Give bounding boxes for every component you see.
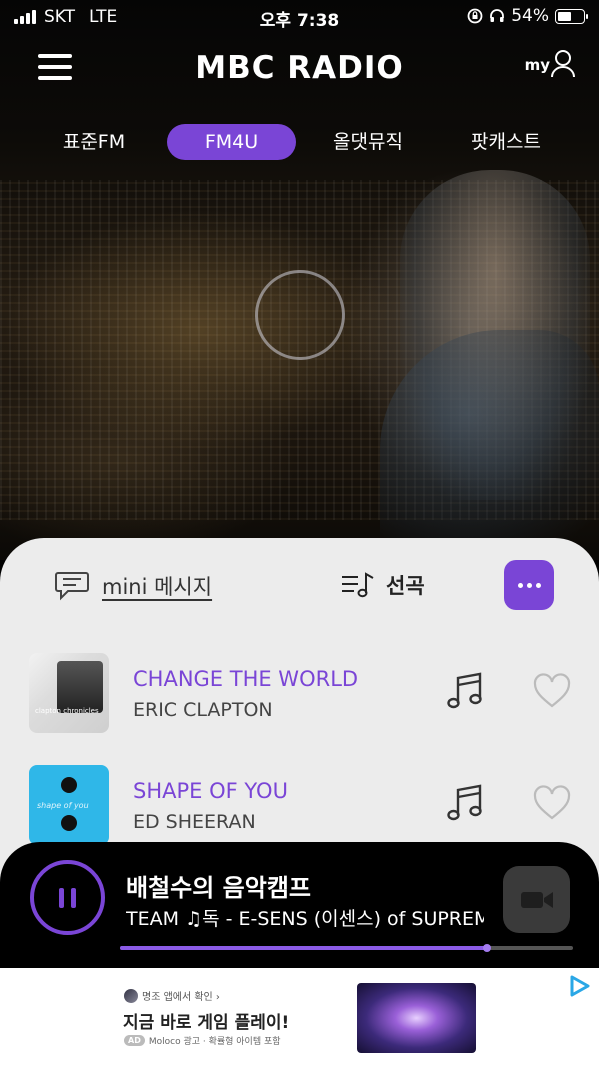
my-label: my — [524, 56, 550, 74]
rotation-lock-icon — [467, 8, 483, 24]
ad-source-text: 명조 앱에서 확인 › — [142, 992, 220, 1003]
tab-standard-fm[interactable]: 표준FM — [48, 124, 140, 160]
song-artist: ERIC CLAPTON — [133, 699, 273, 721]
song-title: CHANGE THE WORLD — [133, 667, 359, 691]
headphones-icon — [490, 9, 505, 22]
album-art-text: clapton chronicles — [35, 707, 99, 715]
album-art-text: shape of you — [37, 801, 89, 810]
progress-knob[interactable] — [482, 944, 491, 952]
heart-icon[interactable] — [532, 785, 572, 821]
song-title: SHAPE OF YOU — [133, 779, 288, 803]
my-page-button[interactable]: my — [525, 48, 575, 78]
channel-tabs: 표준FM FM4U 올댓뮤직 팟캐스트 — [0, 124, 599, 160]
user-icon — [551, 50, 575, 78]
ad-choices-icon[interactable] — [569, 974, 591, 998]
tab-all-that-music[interactable]: 올댓뮤직 — [318, 124, 418, 160]
ad-meta: AD Moloco 광고 · 확률형 아이템 포함 — [124, 1034, 281, 1047]
status-bar: SKT LTE 오후 7:38 54% — [0, 0, 599, 34]
music-note-icon[interactable] — [446, 671, 484, 711]
chat-bubble-icon — [55, 572, 89, 601]
playlist-tab[interactable]: 선곡 — [340, 570, 425, 600]
ad-image — [357, 983, 476, 1053]
song-row[interactable]: clapton chronicles CHANGE THE WORLD ERIC… — [0, 653, 599, 743]
mini-message-label: mini 메시지 — [102, 575, 213, 599]
program-title: 배철수의 음악캠프 — [126, 874, 311, 902]
ad-meta-text: Moloco 광고 · 확률형 아이템 포함 — [148, 1037, 281, 1047]
app-logo: MBC RADIO — [195, 50, 404, 86]
app-header: MBC RADIO my — [0, 40, 599, 96]
playlist-label: 선곡 — [386, 574, 425, 598]
more-icon[interactable] — [504, 560, 554, 610]
status-right: 54% — [467, 6, 588, 26]
ad-headline: 지금 바로 게임 플레이! — [123, 1013, 290, 1033]
video-camera-icon[interactable] — [503, 866, 570, 933]
playlist-icon — [342, 572, 374, 598]
tab-fm4u[interactable]: FM4U — [167, 124, 296, 160]
battery-percent: 54% — [511, 6, 549, 26]
album-art: shape of you — [29, 765, 109, 845]
song-artist: ED SHEERAN — [133, 811, 256, 833]
now-playing-bar: 배철수의 음악캠프 TEAM ♫독 - E-SENS (이센스) of SUPR… — [0, 842, 599, 972]
ad-badge: AD — [124, 1035, 145, 1046]
sheet-tabs: mini 메시지 선곡 — [0, 560, 599, 616]
ad-banner[interactable]: 명조 앱에서 확인 › 지금 바로 게임 플레이! AD Moloco 광고 ·… — [0, 968, 599, 1067]
ad-source: 명조 앱에서 확인 › — [124, 988, 220, 1003]
music-note-icon[interactable] — [446, 783, 484, 823]
album-art: clapton chronicles — [29, 653, 109, 733]
progress-bar[interactable] — [120, 944, 573, 952]
now-playing-marquee: TEAM ♫독 - E-SENS (이센스) of SUPREME TEAM — [126, 908, 484, 930]
advertiser-avatar — [124, 988, 138, 1003]
tab-podcast[interactable]: 팟캐스트 — [456, 124, 556, 160]
heart-icon[interactable] — [532, 673, 572, 709]
pause-icon[interactable] — [30, 860, 105, 935]
mini-message-tab[interactable]: mini 메시지 — [54, 570, 212, 602]
battery-icon — [555, 8, 588, 24]
